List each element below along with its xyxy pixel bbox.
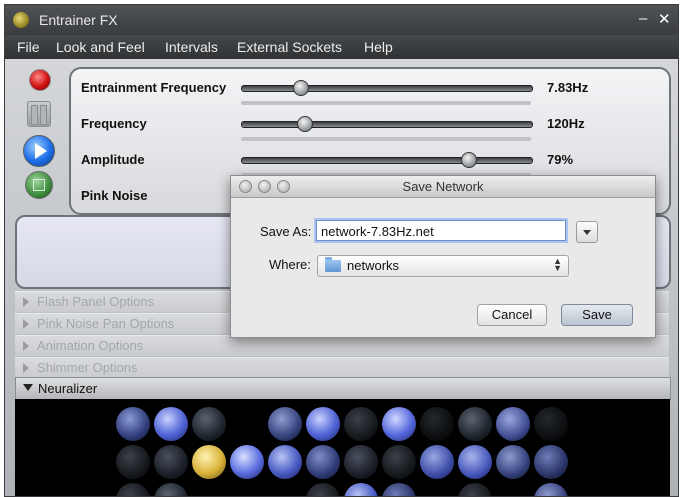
stop-icon[interactable] bbox=[25, 171, 53, 199]
expand-triangle-icon bbox=[23, 363, 29, 373]
collapse-triangle-icon bbox=[23, 384, 33, 391]
orb bbox=[230, 445, 264, 479]
folder-icon bbox=[325, 257, 341, 272]
orb bbox=[192, 445, 226, 479]
entrainment-frequency-label: Entrainment Frequency bbox=[81, 80, 227, 95]
orb bbox=[458, 407, 492, 441]
section-shimmer-options[interactable]: Shimmer Options bbox=[15, 357, 669, 378]
neuralizer-grid bbox=[15, 399, 670, 496]
where-label: Where: bbox=[269, 257, 311, 272]
section-label: Animation Options bbox=[37, 338, 144, 353]
dialog-title-bar: Save Network bbox=[231, 176, 655, 198]
slider-shadow bbox=[241, 137, 531, 141]
expand-triangle-icon bbox=[23, 319, 29, 329]
orb bbox=[382, 445, 416, 479]
section-label: Neuralizer bbox=[38, 381, 98, 396]
expand-triangle-icon bbox=[23, 341, 29, 351]
frequency-slider[interactable] bbox=[241, 121, 533, 128]
save-network-dialog: Save Network Save As: network-7.83Hz.net… bbox=[230, 175, 656, 338]
frequency-value: 120Hz bbox=[547, 116, 585, 131]
slider-shadow bbox=[241, 101, 531, 105]
orb bbox=[116, 445, 150, 479]
menu-bar: File Look and Feel Intervals External So… bbox=[5, 35, 678, 59]
save-as-label: Save As: bbox=[260, 224, 312, 239]
orb bbox=[496, 445, 530, 479]
orb bbox=[420, 445, 454, 479]
orb bbox=[534, 407, 568, 441]
entrainment-frequency-thumb[interactable] bbox=[293, 80, 309, 96]
orb bbox=[192, 407, 226, 441]
cancel-button[interactable]: Cancel bbox=[477, 304, 547, 326]
orb bbox=[534, 445, 568, 479]
orb bbox=[306, 445, 340, 479]
menu-file[interactable]: File bbox=[17, 39, 40, 55]
play-icon[interactable] bbox=[23, 135, 55, 167]
pink-noise-label: Pink Noise bbox=[81, 188, 148, 203]
pause-icon[interactable] bbox=[27, 101, 51, 127]
record-icon[interactable] bbox=[29, 69, 51, 91]
section-label: Flash Panel Options bbox=[37, 294, 155, 309]
menu-look-and-feel[interactable]: Look and Feel bbox=[56, 39, 145, 55]
section-neuralizer[interactable]: Neuralizer bbox=[15, 377, 671, 400]
orb bbox=[420, 407, 454, 441]
where-value: networks bbox=[347, 258, 400, 273]
where-select[interactable]: networks ▲ ▼ bbox=[317, 255, 569, 277]
orb bbox=[306, 407, 340, 441]
orb bbox=[496, 407, 530, 441]
expand-triangle-icon bbox=[23, 297, 29, 307]
orb bbox=[268, 445, 302, 479]
expand-dialog-button[interactable] bbox=[576, 221, 598, 243]
app-logo-icon bbox=[13, 12, 29, 28]
frequency-thumb[interactable] bbox=[297, 116, 313, 132]
dialog-title: Save Network bbox=[402, 179, 484, 194]
close-button[interactable]: ✕ bbox=[658, 10, 671, 28]
orb bbox=[458, 445, 492, 479]
amplitude-slider[interactable] bbox=[241, 157, 533, 164]
orb bbox=[116, 407, 150, 441]
frequency-label: Frequency bbox=[81, 116, 147, 131]
amplitude-thumb[interactable] bbox=[461, 152, 477, 168]
amplitude-value: 79% bbox=[547, 152, 574, 167]
save-button[interactable]: Save bbox=[561, 304, 633, 326]
menu-help[interactable]: Help bbox=[364, 39, 393, 55]
orb bbox=[344, 445, 378, 479]
menu-intervals[interactable]: Intervals bbox=[165, 39, 218, 55]
orb bbox=[154, 407, 188, 441]
entrainment-frequency-slider[interactable] bbox=[241, 85, 533, 92]
menu-external-sockets[interactable]: External Sockets bbox=[237, 39, 342, 55]
orb bbox=[268, 407, 302, 441]
section-animation-options[interactable]: Animation Options bbox=[15, 335, 669, 356]
app-title: Entrainer FX bbox=[39, 12, 118, 28]
amplitude-label: Amplitude bbox=[81, 152, 145, 167]
entrainment-frequency-value: 7.83Hz bbox=[547, 80, 589, 95]
save-as-input[interactable]: network-7.83Hz.net bbox=[316, 220, 566, 241]
orb bbox=[154, 445, 188, 479]
orb bbox=[344, 407, 378, 441]
orb bbox=[382, 407, 416, 441]
section-label: Shimmer Options bbox=[37, 360, 138, 375]
minimize-button[interactable]: – bbox=[639, 10, 647, 27]
section-label: Pink Noise Pan Options bbox=[37, 316, 175, 331]
select-arrows-icon: ▲ ▼ bbox=[553, 256, 562, 273]
title-bar: Entrainer FX – ✕ bbox=[5, 5, 678, 35]
